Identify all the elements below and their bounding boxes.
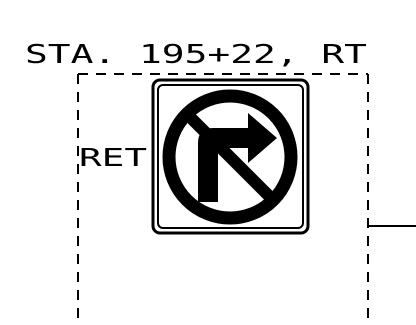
no-right-turn-sign: [151, 78, 310, 235]
sign-detail-drawing: STA. 195+22, RT RET: [25, 40, 416, 325]
side-label: RET: [79, 143, 147, 172]
station-label: STA. 195+22, RT: [25, 40, 367, 70]
